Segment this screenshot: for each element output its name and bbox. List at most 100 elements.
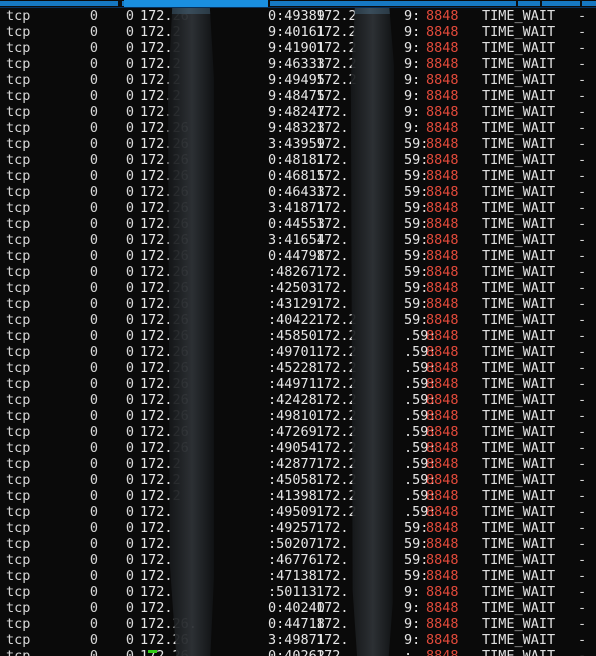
foreign-port-highlight: 8848 bbox=[426, 472, 459, 488]
cell-state: TIME_WAIT bbox=[482, 536, 556, 552]
cell-send-q: 0 bbox=[125, 344, 134, 360]
cell-pid-program: - bbox=[578, 568, 587, 584]
foreign-address-prefix: 172.2 bbox=[316, 8, 357, 24]
cell-recv-q: 0 bbox=[89, 424, 98, 440]
cell-foreign-address: 172. 9: 8848 bbox=[316, 600, 459, 616]
cell-send-q: 0 bbox=[125, 536, 134, 552]
foreign-address-prefix: 172. bbox=[316, 552, 349, 568]
cell-local-address: 172.26 0:46433 bbox=[140, 184, 325, 200]
foreign-address-prefix: 172.2 bbox=[316, 392, 357, 408]
foreign-address-prefix: 172. bbox=[316, 648, 349, 656]
cell-proto: tcp bbox=[6, 120, 31, 136]
cell-recv-q: 0 bbox=[89, 552, 98, 568]
table-row: tcp 0 0 172.26:42428 172.2.59: 8848 TIME_WAIT - bbox=[0, 392, 596, 408]
cell-recv-q: 0 bbox=[89, 456, 98, 472]
cell-pid-program: - bbox=[578, 328, 587, 344]
cell-state: TIME_WAIT bbox=[482, 456, 556, 472]
foreign-port-highlight: 8848 bbox=[426, 568, 459, 584]
cell-recv-q: 0 bbox=[89, 184, 98, 200]
cell-recv-q: 0 bbox=[89, 248, 98, 264]
cell-recv-q: 0 bbox=[89, 520, 98, 536]
foreign-port-highlight: 8848 bbox=[426, 584, 459, 600]
cell-recv-q: 0 bbox=[89, 280, 98, 296]
cell-foreign-address: 172.2.59: 8848 bbox=[316, 504, 459, 520]
foreign-address-suffix: 9: bbox=[404, 104, 421, 120]
cell-proto: tcp bbox=[6, 248, 31, 264]
cell-recv-q: 0 bbox=[89, 104, 98, 120]
local-address-prefix: 172.26 bbox=[140, 392, 189, 408]
local-address-prefix: 172.26 bbox=[140, 408, 189, 424]
terminal-cursor bbox=[148, 650, 157, 653]
table-row: tcp 0 0 172.26 3:49871 172. 9: 8848 TIME_WAIT - bbox=[0, 632, 596, 648]
foreign-address-prefix: 172. bbox=[316, 280, 349, 296]
cell-proto: tcp bbox=[6, 472, 31, 488]
cell-recv-q: 0 bbox=[89, 296, 98, 312]
cell-proto: tcp bbox=[6, 488, 31, 504]
cell-pid-program: - bbox=[578, 296, 587, 312]
cell-foreign-address: 172.2 9: 8848 bbox=[316, 56, 459, 72]
local-address-prefix: 172.26 bbox=[140, 344, 189, 360]
table-row: tcp 0 0 172.:50207 172. 59: 8848 TIME_WAIT - bbox=[0, 536, 596, 552]
local-address-port: :49054 bbox=[268, 440, 317, 456]
cell-foreign-address: 172. 9: 8848 bbox=[316, 584, 459, 600]
local-address-prefix: 172. bbox=[140, 552, 173, 568]
cell-recv-q: 0 bbox=[89, 344, 98, 360]
cell-state: TIME_WAIT bbox=[482, 264, 556, 280]
table-row: tcp 0 0 172.26 3:41871 172. 59: 8848 TIME_WAIT - bbox=[0, 200, 596, 216]
cell-foreign-address: 172. 59: 8848 bbox=[316, 168, 459, 184]
cell-pid-program: - bbox=[578, 472, 587, 488]
table-row: tcp 0 0 172.26 0:46433 172. 59: 8848 TIME_WAIT - bbox=[0, 184, 596, 200]
cell-send-q: 0 bbox=[125, 408, 134, 424]
table-row: tcp 0 0 172.26 0:44798 172. 59: 8848 TIME_WAIT - bbox=[0, 248, 596, 264]
local-address-port: :48267 bbox=[268, 264, 317, 280]
cell-pid-program: - bbox=[578, 616, 587, 632]
foreign-address-suffix: 59: bbox=[404, 568, 429, 584]
foreign-port-highlight: 8848 bbox=[426, 440, 459, 456]
cell-pid-program: - bbox=[578, 440, 587, 456]
cell-state: TIME_WAIT bbox=[482, 472, 556, 488]
foreign-port-highlight: 8848 bbox=[426, 600, 459, 616]
cell-proto: tcp bbox=[6, 296, 31, 312]
cell-foreign-address: 172. 59: 8848 bbox=[316, 536, 459, 552]
local-address-prefix: 172. bbox=[140, 504, 173, 520]
cell-foreign-address: 172. 59: 8848 bbox=[316, 248, 459, 264]
local-address-port: :50113 bbox=[268, 584, 317, 600]
foreign-address-suffix: 9: bbox=[404, 40, 421, 56]
cell-state: TIME_WAIT bbox=[482, 280, 556, 296]
cell-local-address: 172.26:40422 bbox=[140, 312, 317, 328]
foreign-port-highlight: 8848 bbox=[426, 536, 459, 552]
cell-send-q: 0 bbox=[125, 616, 134, 632]
cell-pid-program: - bbox=[578, 648, 587, 656]
cell-pid-program: - bbox=[578, 8, 587, 24]
local-address-port: :40422 bbox=[268, 312, 317, 328]
cell-proto: tcp bbox=[6, 40, 31, 56]
cell-proto: tcp bbox=[6, 376, 31, 392]
cell-recv-q: 0 bbox=[89, 488, 98, 504]
horizontal-scrollbar[interactable] bbox=[0, 0, 596, 8]
cell-state: TIME_WAIT bbox=[482, 312, 556, 328]
cell-proto: tcp bbox=[6, 280, 31, 296]
cell-proto: tcp bbox=[6, 552, 31, 568]
scrollbar-notch bbox=[580, 1, 582, 6]
cell-local-address: 172.:50113 bbox=[140, 584, 317, 600]
scrollbar-track[interactable] bbox=[0, 1, 596, 6]
cell-send-q: 0 bbox=[125, 296, 134, 312]
scrollbar-thumb[interactable] bbox=[124, 0, 268, 7]
cell-send-q: 0 bbox=[125, 168, 134, 184]
foreign-address-prefix: 172.2 bbox=[316, 488, 357, 504]
cell-pid-program: - bbox=[578, 536, 587, 552]
cell-local-address: 172.:49257 bbox=[140, 520, 317, 536]
local-address-port: :47138 bbox=[268, 568, 317, 584]
cell-state: TIME_WAIT bbox=[482, 360, 556, 376]
cell-proto: tcp bbox=[6, 88, 31, 104]
local-address-prefix: 172.26 bbox=[140, 248, 189, 264]
local-address-prefix: 172. bbox=[140, 520, 173, 536]
cell-proto: tcp bbox=[6, 632, 31, 648]
cell-state: TIME_WAIT bbox=[482, 152, 556, 168]
foreign-port-highlight: 8848 bbox=[426, 56, 459, 72]
cell-pid-program: - bbox=[578, 584, 587, 600]
foreign-address-suffix: 59: bbox=[404, 152, 429, 168]
cell-recv-q: 0 bbox=[89, 504, 98, 520]
foreign-address-prefix: 172.2 bbox=[316, 40, 357, 56]
table-row: tcp 0 0 172.26 0:48181 172. 59: 8848 TIME_WAIT - bbox=[0, 152, 596, 168]
